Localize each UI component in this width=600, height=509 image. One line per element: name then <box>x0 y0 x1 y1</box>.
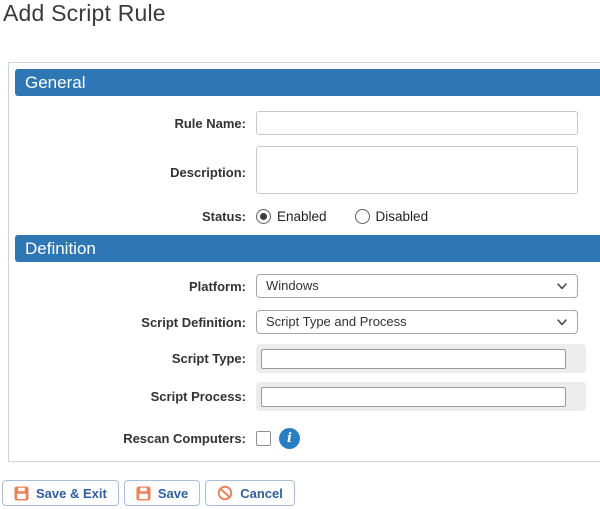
save-button[interactable]: Save <box>123 480 201 506</box>
chevron-down-icon <box>557 319 567 326</box>
script-process-field-wrap <box>256 382 586 411</box>
platform-select-value: Windows <box>266 278 319 293</box>
rule-name-input[interactable] <box>256 111 578 135</box>
description-row: Description: <box>9 146 600 199</box>
script-process-row: Script Process: <box>9 382 600 411</box>
floppy-disk-icon <box>136 485 151 501</box>
add-script-rule-form: General Rule Name: Description: Status: … <box>8 62 600 462</box>
section-header-general: General <box>15 69 600 96</box>
floppy-disk-icon <box>14 485 29 501</box>
save-exit-button[interactable]: Save & Exit <box>2 480 119 506</box>
prohibition-icon <box>217 485 233 501</box>
description-textarea[interactable] <box>256 146 578 194</box>
status-label: Status: <box>201 208 246 224</box>
script-type-label: Script Type: <box>171 351 246 366</box>
rule-name-label: Rule Name: <box>174 115 246 131</box>
platform-select[interactable]: Windows <box>256 274 578 298</box>
rescan-computers-checkbox[interactable] <box>256 430 271 446</box>
script-definition-row: Script Definition: Script Type and Proce… <box>9 310 600 334</box>
info-icon[interactable]: i <box>279 427 300 449</box>
footer-toolbar: Save & Exit Save Cancel <box>2 480 295 506</box>
status-enabled-label[interactable]: Enabled <box>277 209 327 224</box>
script-type-input[interactable] <box>261 348 566 369</box>
section-header-definition: Definition <box>15 235 600 262</box>
script-process-label: Script Process: <box>150 389 246 404</box>
script-type-row: Script Type: <box>9 344 600 373</box>
description-label: Description: <box>170 165 246 180</box>
platform-row: Platform: Windows <box>9 274 600 298</box>
status-disabled-radio[interactable] <box>354 208 370 224</box>
rescan-computers-row: Rescan Computers: i <box>9 427 600 449</box>
script-type-field-wrap <box>256 344 586 373</box>
rule-name-row: Rule Name: <box>9 111 600 135</box>
platform-label: Platform: <box>188 278 246 294</box>
save-exit-button-label: Save & Exit <box>36 485 107 501</box>
script-definition-label: Script Definition: <box>141 314 246 330</box>
status-radio-group: Enabled Disabled <box>256 208 442 224</box>
script-definition-select-value: Script Type and Process <box>266 314 407 329</box>
script-process-input[interactable] <box>261 386 566 407</box>
page-title: Add Script Rule <box>3 0 166 26</box>
status-disabled-label[interactable]: Disabled <box>376 209 429 224</box>
rescan-computers-label: Rescan Computers: <box>123 430 246 446</box>
status-row: Status: Enabled Disabled <box>9 207 600 225</box>
script-definition-select[interactable]: Script Type and Process <box>256 310 578 334</box>
chevron-down-icon <box>557 283 567 290</box>
status-enabled-radio[interactable] <box>256 208 271 224</box>
cancel-button[interactable]: Cancel <box>205 480 295 506</box>
save-button-label: Save <box>157 485 189 501</box>
cancel-button-label: Cancel <box>240 485 283 501</box>
